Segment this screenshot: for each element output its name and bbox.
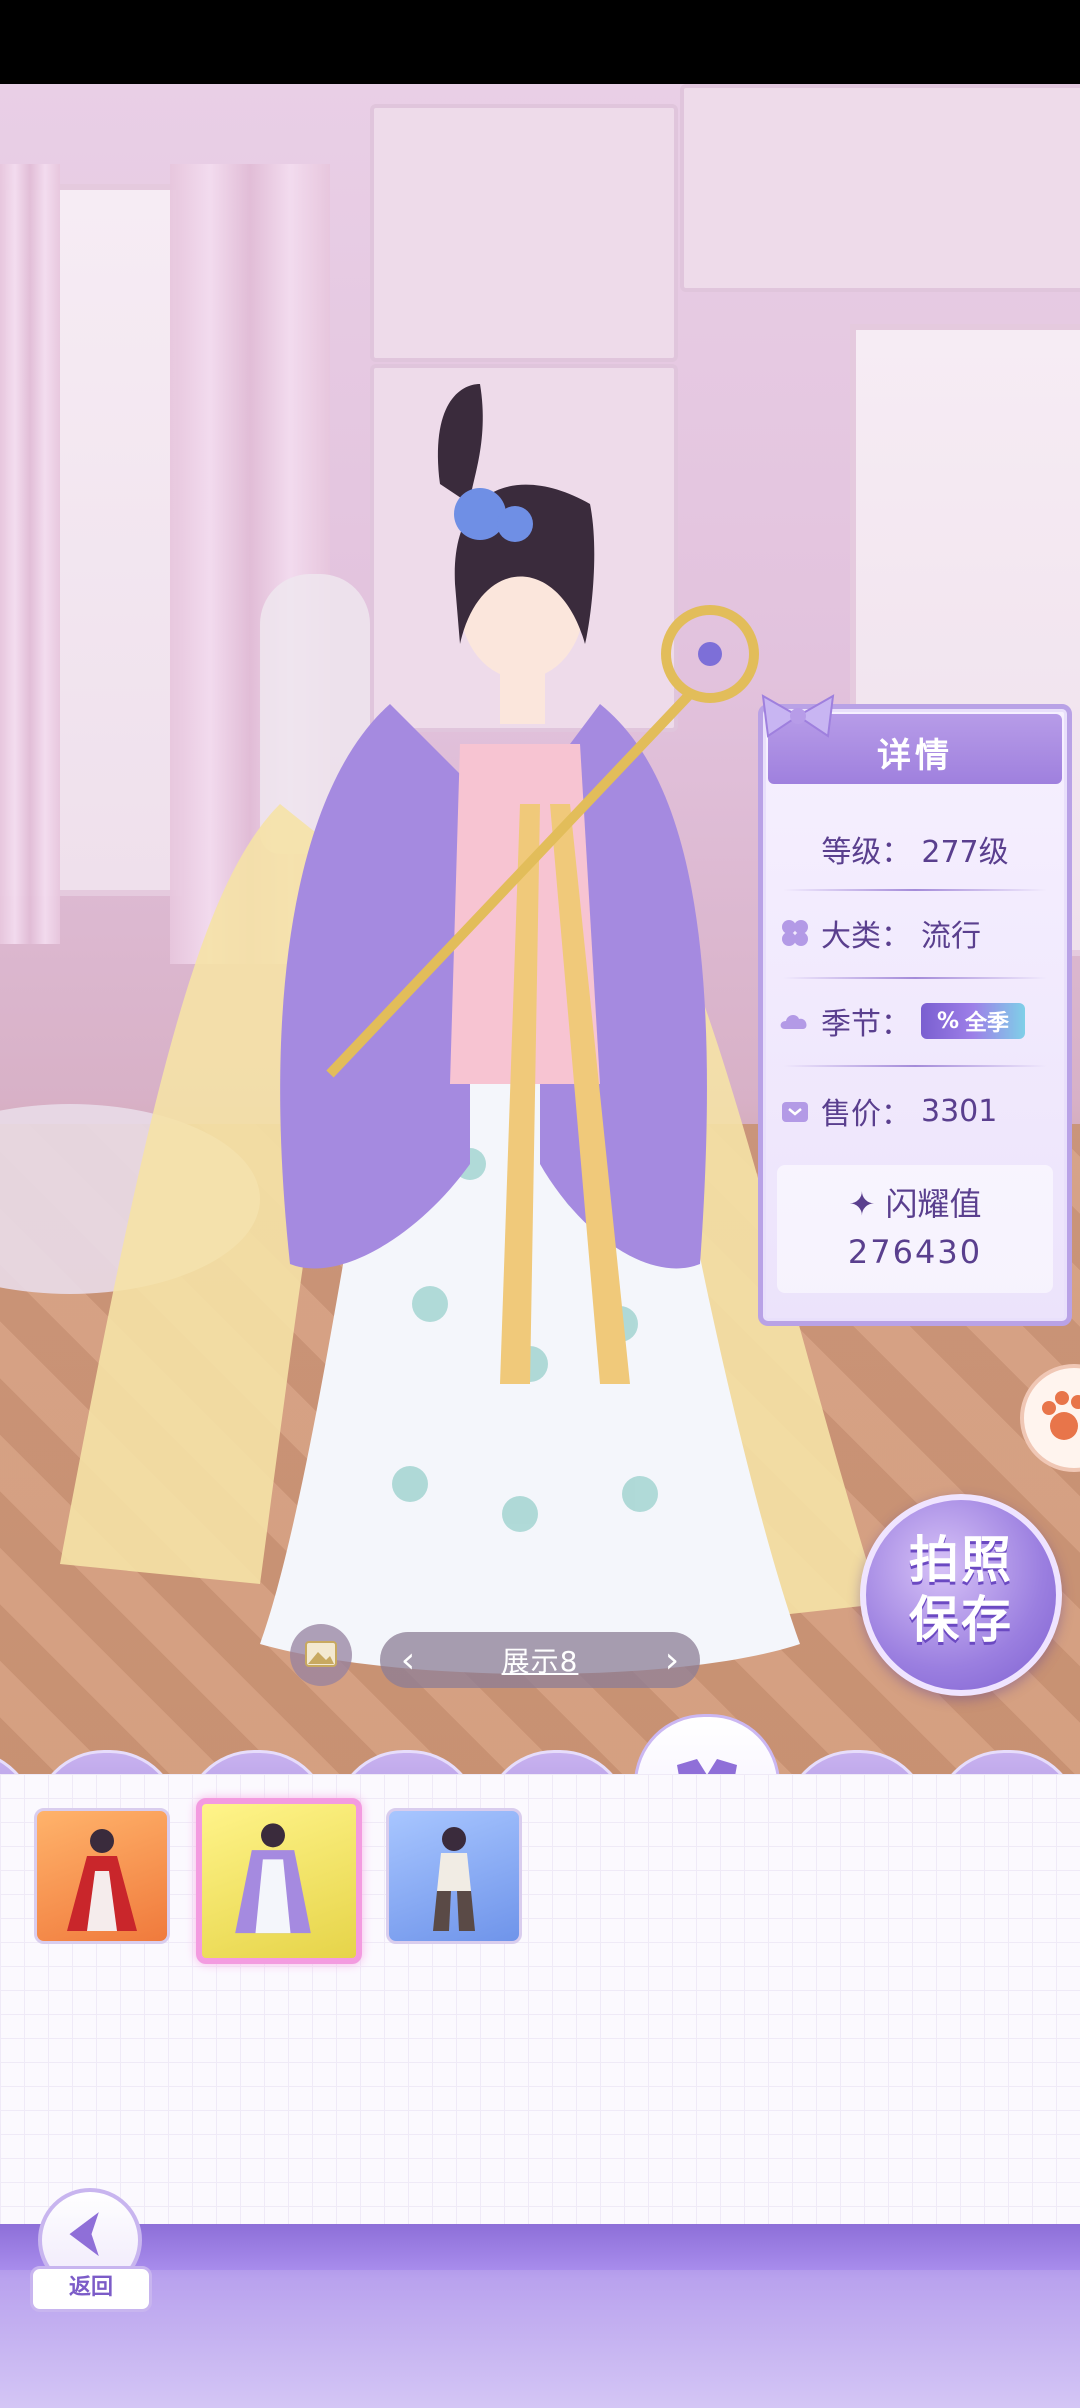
bottom-stripe xyxy=(0,2224,1080,2270)
shine-box: ✦ 闪耀值 276430 xyxy=(777,1165,1053,1293)
level-row: 等级： 277级 xyxy=(779,819,1051,879)
gallery-button[interactable] xyxy=(290,1624,352,1686)
category-label: 大类： xyxy=(821,919,911,954)
image-icon xyxy=(305,1641,337,1667)
item-card-selected[interactable] xyxy=(196,1798,362,1964)
pager-prev-button[interactable]: ‹ xyxy=(380,1632,436,1688)
robe-icon xyxy=(677,1759,737,1774)
tab-shoes[interactable] xyxy=(334,1750,480,1774)
paw-icon xyxy=(1042,1391,1080,1440)
level-value: 277级 xyxy=(921,835,1009,870)
back-button[interactable]: 返回 xyxy=(30,2188,152,2312)
photo-save-button[interactable]: 拍照 保存 xyxy=(860,1494,1062,1696)
category-value: 流行 xyxy=(921,919,981,954)
tab-socks[interactable] xyxy=(184,1750,330,1774)
category-row: 大类： 流行 xyxy=(779,903,1051,963)
tab-bag[interactable] xyxy=(784,1750,930,1774)
season-label: 季节： xyxy=(821,1007,911,1042)
purple-hanfu-outfit-icon xyxy=(235,1823,311,1934)
back-label: 返回 xyxy=(30,2266,152,2312)
season-row: 季节： % 全季 xyxy=(779,991,1051,1051)
outfit-pager: ‹ 展示8 › xyxy=(380,1632,700,1688)
season-icon: % xyxy=(937,1008,960,1034)
shine-value: 276430 xyxy=(847,1233,983,1271)
season-value: 全季 xyxy=(965,1011,1010,1036)
pager-next-button[interactable]: › xyxy=(644,1632,700,1688)
details-panel: 详情 等级： 277级 大类： 流行 季节： % 全季 售价： 3301 ✦ 闪… xyxy=(758,694,1072,1326)
dressing-room-scene: 详情 等级： 277级 大类： 流行 季节： % 全季 售价： 3301 ✦ 闪… xyxy=(0,84,1080,1774)
price-value: 3301 xyxy=(921,1093,998,1129)
shine-title: ✦ 闪耀值 xyxy=(777,1179,1053,1225)
photo-save-line1: 拍照 xyxy=(909,1531,1013,1589)
category-tabs xyxy=(0,1714,1080,1774)
price-label: 售价： xyxy=(821,1097,911,1132)
price-row: 售价： 3301 xyxy=(779,1081,1051,1141)
photo-save-line2: 保存 xyxy=(909,1591,1013,1649)
tab-mask[interactable] xyxy=(484,1750,630,1774)
warrior-outfit-icon xyxy=(433,1827,475,1931)
item-card[interactable] xyxy=(34,1808,170,1944)
cloud-icon xyxy=(780,1015,807,1029)
wallet-icon xyxy=(782,1102,808,1122)
tab-partial[interactable] xyxy=(0,1750,36,1774)
shine-label: 闪耀值 xyxy=(885,1185,982,1223)
clover-icon xyxy=(782,920,808,946)
status-bar xyxy=(0,0,1080,84)
pet-paw-button[interactable] xyxy=(1020,1364,1080,1472)
ribbon-bow-icon xyxy=(761,694,835,738)
red-dress-outfit-icon xyxy=(67,1829,137,1931)
level-label: 等级： xyxy=(821,835,912,870)
item-card[interactable] xyxy=(386,1808,522,1944)
divider xyxy=(783,889,1047,891)
tab-skirt[interactable] xyxy=(34,1750,180,1774)
sparkle-icon: ✦ xyxy=(848,1185,886,1223)
divider xyxy=(783,1065,1047,1067)
pager-label: 展示8 xyxy=(501,1645,579,1678)
divider xyxy=(783,977,1047,979)
bottom-bar xyxy=(0,2224,1080,2408)
tab-pet[interactable] xyxy=(934,1750,1080,1774)
season-badge: % 全季 xyxy=(921,1003,1026,1039)
item-grid xyxy=(0,1774,1080,2224)
